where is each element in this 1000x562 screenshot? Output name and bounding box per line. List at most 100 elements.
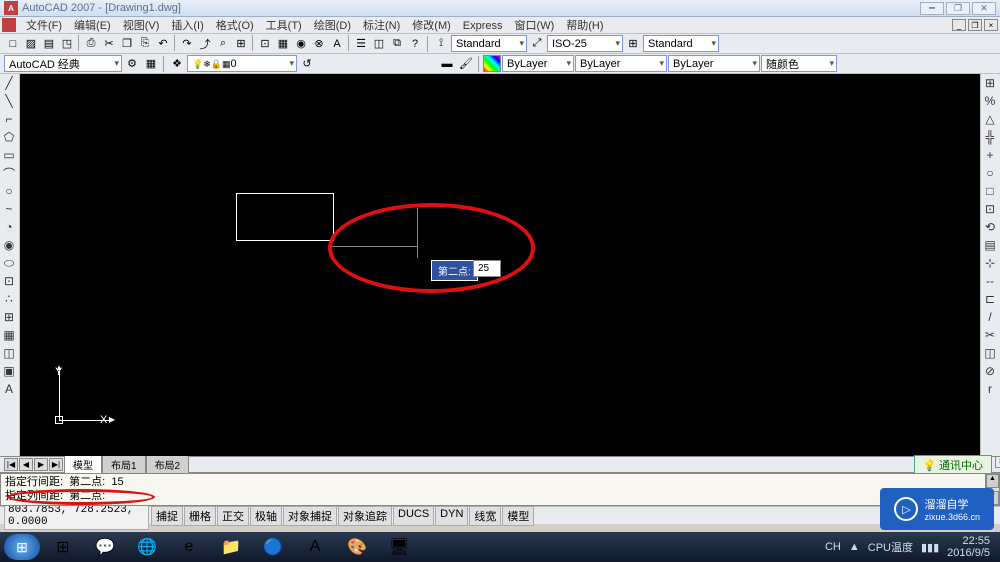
modify-tool-10[interactable]: ⊹ [981, 254, 999, 272]
draw-tool-17[interactable]: A [0, 380, 18, 398]
taskbar-item-5[interactable]: 🔵 [254, 534, 292, 560]
clock-time[interactable]: 22:55 [947, 535, 990, 547]
draw-tool-9[interactable]: ◉ [0, 236, 18, 254]
communication-center[interactable]: 💡 通讯中心 × [914, 455, 992, 475]
menu-7[interactable]: 标注(N) [357, 20, 406, 32]
mdi-restore[interactable]: ❐ [968, 19, 982, 31]
tab-nav-0[interactable]: |◀ [4, 458, 18, 471]
dynamic-input-field[interactable]: 25 [473, 260, 501, 277]
taskbar-item-0[interactable]: ⊞ [44, 534, 82, 560]
status-toggle-模型[interactable]: 模型 [502, 506, 534, 526]
toolbar1-btn-10[interactable]: ⤴ [196, 35, 214, 52]
toolbar1-btn-16[interactable]: ⊗ [310, 35, 328, 52]
draw-tool-12[interactable]: ∴ [0, 290, 18, 308]
toolpalette-icon[interactable]: ▦ [142, 55, 160, 72]
taskbar-item-3[interactable]: e [170, 534, 208, 560]
layout-tab-2[interactable]: 布局2 [146, 455, 190, 474]
status-toggle-捕捉[interactable]: 捕捉 [151, 506, 183, 526]
mdi-close[interactable]: × [984, 19, 998, 31]
menu-2[interactable]: 视图(V) [117, 20, 166, 32]
toolbar1-btn-19[interactable]: ◫ [370, 35, 388, 52]
toolbar1-btn-8[interactable]: ↶ [154, 35, 172, 52]
draw-tool-4[interactable]: ▭ [0, 146, 18, 164]
color-swatch[interactable] [483, 55, 501, 72]
modify-tool-12[interactable]: ⊏ [981, 290, 999, 308]
ime-indicator[interactable]: CH [825, 541, 841, 553]
modify-tool-4[interactable]: + [981, 146, 999, 164]
linetype-combo[interactable]: ByLayer [575, 55, 667, 72]
modify-tool-6[interactable]: □ [981, 182, 999, 200]
draw-tool-3[interactable]: ⬠ [0, 128, 18, 146]
toolbar1-btn-3[interactable]: ◳ [58, 35, 76, 52]
draw-tool-14[interactable]: ▦ [0, 326, 18, 344]
toolbar1-btn-17[interactable]: A [328, 35, 346, 52]
modify-tool-11[interactable]: -- [981, 272, 999, 290]
lineweight-combo[interactable]: ByLayer [668, 55, 760, 72]
layout-tab-0[interactable]: 模型 [64, 455, 102, 474]
dim-style-icon[interactable]: ⟟ [432, 35, 450, 52]
draw-tool-15[interactable]: ◫ [0, 344, 18, 362]
draw-tool-7[interactable]: ~ [0, 200, 18, 218]
draw-tool-16[interactable]: ▣ [0, 362, 18, 380]
toolbar1-btn-15[interactable]: ◉ [292, 35, 310, 52]
draw-tool-5[interactable]: ⌒ [0, 164, 18, 182]
modify-tool-13[interactable]: / [981, 308, 999, 326]
modify-tool-17[interactable]: r [981, 380, 999, 398]
taskbar-item-6[interactable]: A [296, 534, 334, 560]
dim-style-combo[interactable]: ISO-25 [547, 35, 623, 52]
layer-prev-icon[interactable]: ↺ [298, 55, 316, 72]
status-toggle-线宽[interactable]: 线宽 [469, 506, 501, 526]
comm-close-button[interactable]: × [995, 456, 1000, 468]
toolbar1-btn-2[interactable]: ▤ [40, 35, 58, 52]
toolbar1-btn-12[interactable]: ⊞ [232, 35, 250, 52]
close-button[interactable]: ✕ [972, 2, 996, 15]
status-toggle-极轴[interactable]: 极轴 [250, 506, 282, 526]
toolbar1-btn-18[interactable]: ☰ [352, 35, 370, 52]
minimize-button[interactable]: ━ [920, 2, 944, 15]
modify-tool-0[interactable]: ⊞ [981, 74, 999, 92]
toolbar1-btn-6[interactable]: ❐ [118, 35, 136, 52]
tab-nav-2[interactable]: ▶ [34, 458, 48, 471]
status-toggle-DUCS[interactable]: DUCS [393, 506, 434, 526]
menu-10[interactable]: 窗口(W) [509, 20, 561, 32]
menu-0[interactable]: 文件(F) [20, 20, 68, 32]
taskbar-item-8[interactable]: 🖥 [380, 534, 418, 560]
layer-props-icon[interactable]: ❖ [168, 55, 186, 72]
toolbar1-btn-13[interactable]: ⊡ [256, 35, 274, 52]
tab-nav-3[interactable]: ▶| [49, 458, 63, 471]
draw-tool-0[interactable]: ╱ [0, 74, 18, 92]
modify-tool-16[interactable]: ⊘ [981, 362, 999, 380]
modify-tool-7[interactable]: ⊡ [981, 200, 999, 218]
toolbar1-btn-1[interactable]: ▨ [22, 35, 40, 52]
text-style-combo[interactable]: Standard [451, 35, 527, 52]
draw-tool-13[interactable]: ⊞ [0, 308, 18, 326]
modify-tool-15[interactable]: ◫ [981, 344, 999, 362]
maximize-button[interactable]: ❐ [946, 2, 970, 15]
status-toggle-对象捕捉[interactable]: 对象捕捉 [283, 506, 337, 526]
draw-tool-8[interactable]: ◔ [0, 218, 18, 236]
toolbar1-btn-5[interactable]: ✂ [100, 35, 118, 52]
cpu-temp[interactable]: CPU温度 [868, 539, 913, 555]
clock-date[interactable]: 2016/9/5 [947, 547, 990, 559]
modify-tool-9[interactable]: ▤ [981, 236, 999, 254]
toolbar1-btn-9[interactable]: ↷ [178, 35, 196, 52]
status-toggle-正交[interactable]: 正交 [217, 506, 249, 526]
layer-combo[interactable]: 💡❄🔒▦ 0 [187, 55, 297, 72]
menu-9[interactable]: Express [457, 20, 509, 32]
layout-tab-1[interactable]: 布局1 [102, 455, 146, 474]
modify-tool-14[interactable]: ✂ [981, 326, 999, 344]
status-toggle-栅格[interactable]: 栅格 [184, 506, 216, 526]
paint-icon[interactable]: 🖌 [457, 55, 475, 72]
taskbar-item-4[interactable]: 📁 [212, 534, 250, 560]
toolbar1-btn-14[interactable]: ▦ [274, 35, 292, 52]
draw-tool-1[interactable]: ╲ [0, 92, 18, 110]
toolbar1-btn-11[interactable]: ⌕ [214, 35, 232, 52]
modify-tool-5[interactable]: ○ [981, 164, 999, 182]
tab-nav-1[interactable]: ◀ [19, 458, 33, 471]
menu-3[interactable]: 插入(I) [165, 20, 209, 32]
menu-1[interactable]: 编辑(E) [68, 20, 117, 32]
status-toggle-对象追踪[interactable]: 对象追踪 [338, 506, 392, 526]
mdi-minimize[interactable]: _ [952, 19, 966, 31]
modify-tool-3[interactable]: ╬ [981, 128, 999, 146]
menu-8[interactable]: 修改(M) [406, 20, 457, 32]
